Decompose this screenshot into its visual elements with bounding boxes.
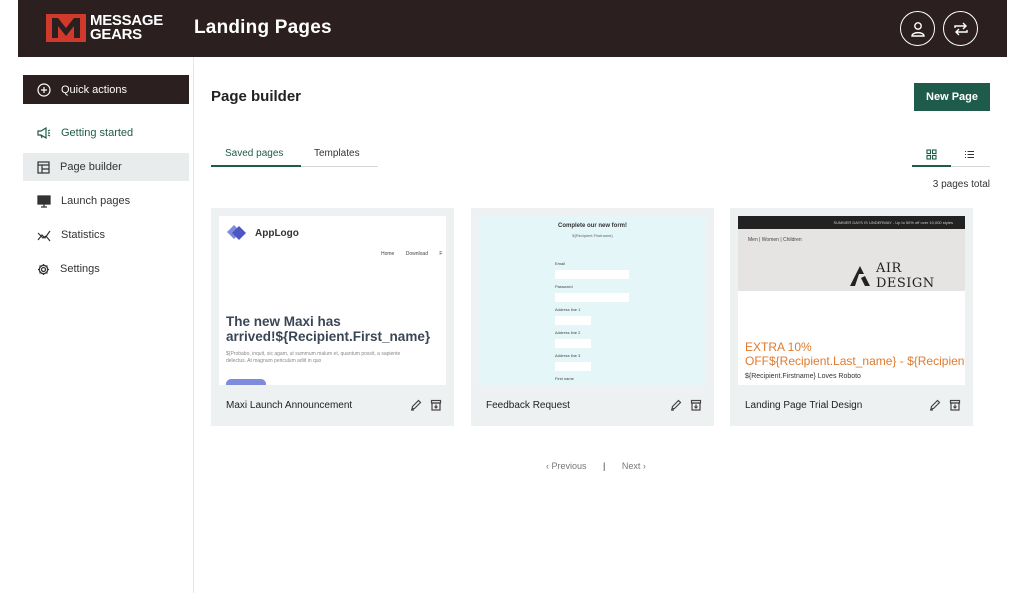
next-page-link[interactable]: Next › [622, 461, 646, 471]
quick-actions-label: Quick actions [61, 83, 128, 96]
thumb-form-field [555, 316, 591, 325]
user-profile-button[interactable] [900, 11, 935, 46]
pagination: ‹ Previous | Next › [546, 461, 646, 471]
tab-templates[interactable]: Templates [314, 148, 360, 159]
chart-icon [37, 230, 51, 241]
quick-actions-button[interactable]: Quick actions [23, 75, 189, 104]
thumb-nav-item: F [439, 251, 443, 257]
sidebar-item-statistics[interactable]: Statistics [23, 221, 189, 249]
monitor-icon [37, 194, 51, 208]
switch-app-button[interactable] [943, 11, 978, 46]
user-icon [910, 21, 925, 37]
thumb-form-label: Address line 1 [555, 307, 581, 312]
sidebar-item-label: Statistics [61, 229, 106, 241]
sidebar-item-label: Launch pages [61, 195, 131, 207]
thumb-form-label: Email [555, 261, 566, 266]
grid-view-icon[interactable] [926, 149, 937, 160]
thumb-form-label: Address line 2 [555, 330, 581, 335]
sidebar-item-label: Page builder [60, 161, 122, 173]
thumb-headline-line: The new Maxi has [226, 314, 341, 329]
page-card-name: Feedback Request [486, 400, 570, 411]
app-header: MESSAGE GEARS Landing Pages [18, 0, 1007, 57]
thumb-offer-line: EXTRA 10% [745, 340, 812, 354]
thumb-form-field [555, 362, 591, 371]
thumb-paragraph-line: delectus. At magnum periculum adiit in q… [226, 358, 322, 364]
layout-icon [37, 160, 50, 174]
page-card[interactable]: AppLogo Home Download F The new Maxi has… [211, 208, 454, 426]
pages-total-count: 3 pages total [932, 179, 990, 190]
sidebar-item-settings[interactable]: Settings [23, 255, 189, 283]
thumb-form-label: Password [555, 284, 573, 289]
thumb-subtext: ${Recipient.Firstname} Loves Roboto [745, 373, 861, 380]
active-view-indicator [912, 165, 951, 167]
archive-icon[interactable] [430, 399, 442, 411]
thumb-brand-text: AIR DESIGN [875, 261, 935, 291]
thumb-offer: EXTRA 10% OFF${Recipient.Last_name} - ${… [745, 340, 965, 368]
thumb-form-field [555, 339, 591, 348]
new-page-button[interactable]: New Page [914, 83, 990, 111]
thumb-form-title: Complete our new form! [557, 223, 627, 229]
archive-icon[interactable] [949, 399, 961, 411]
page-tabs: Saved pages Templates [211, 146, 378, 167]
thumb-form-label: First name [555, 376, 574, 381]
air-design-logo-icon [850, 266, 870, 286]
messagegears-logo[interactable]: MESSAGE GEARS [46, 13, 163, 43]
previous-page-link[interactable]: ‹ Previous [546, 461, 587, 471]
thumb-headline-line: arrived!${Recipient.First_name} [226, 329, 431, 344]
page-thumbnail[interactable]: Complete our new form! ${Recipient.First… [479, 216, 706, 385]
sidebar-item-getting-started[interactable]: Getting started [23, 119, 189, 147]
thumb-form-subtitle: ${Recipient.Firstname} [572, 233, 613, 238]
logo-mark-icon [46, 14, 86, 42]
view-toggle [912, 146, 990, 167]
sidebar-item-page-builder[interactable]: Page builder [23, 153, 189, 181]
plus-circle-icon [37, 82, 51, 97]
sidebar-item-launch-pages[interactable]: Launch pages [23, 187, 189, 215]
thumb-nav: Men | Women | Children [748, 237, 802, 243]
sidebar-item-label: Settings [60, 263, 100, 275]
page-card-name: Maxi Launch Announcement [226, 400, 353, 411]
thumb-nav: Home Download F [381, 251, 446, 257]
pencil-icon[interactable] [929, 399, 941, 411]
app-logo-icon [227, 225, 246, 240]
page-card-name: Landing Page Trial Design [745, 400, 863, 411]
thumb-paragraph: ${Probabo, inquit, sic agam, ut summum m… [226, 351, 400, 365]
thumb-headline: The new Maxi has arrived!${Recipient.Fir… [226, 314, 430, 344]
thumb-offer-line: OFF${Recipient.Last_name} - ${Recipient.… [745, 354, 965, 368]
active-tab-indicator [211, 165, 301, 167]
logo-line-2: GEARS [90, 26, 142, 43]
pencil-icon[interactable] [670, 399, 682, 411]
sidebar: Quick actions Getting started Page build… [18, 57, 194, 593]
pagination-separator: | [603, 461, 606, 471]
pencil-icon[interactable] [410, 399, 422, 411]
archive-icon[interactable] [690, 399, 702, 411]
sidebar-item-label: Getting started [61, 127, 134, 139]
tab-saved-pages[interactable]: Saved pages [225, 148, 283, 159]
thumb-nav-item: Download [405, 251, 428, 257]
switch-icon [953, 22, 968, 35]
thumb-app-logo-text: AppLogo [255, 227, 299, 239]
thumb-form-field [555, 293, 629, 302]
page-title: Page builder [211, 88, 302, 105]
page-card[interactable]: Complete our new form! ${Recipient.First… [471, 208, 714, 426]
thumb-nav-item: Home [381, 251, 395, 257]
megaphone-icon [37, 127, 51, 139]
thumb-form-label: Address line 3 [555, 353, 581, 358]
list-view-icon[interactable] [964, 149, 975, 160]
thumb-hero: Men | Women | Children AIR DESIGN [738, 229, 965, 291]
thumb-cta-button [226, 379, 266, 385]
thumb-form-field [555, 270, 629, 279]
thumb-promo-bar: SUMMER DAYS IS UNDERWAY - Up to 50% off … [738, 216, 965, 229]
page-card[interactable]: SUMMER DAYS IS UNDERWAY - Up to 50% off … [730, 208, 973, 426]
app-title: Landing Pages [194, 17, 332, 38]
gear-icon [38, 263, 49, 275]
page-thumbnail[interactable]: SUMMER DAYS IS UNDERWAY - Up to 50% off … [738, 216, 965, 385]
page-thumbnail[interactable]: AppLogo Home Download F The new Maxi has… [219, 216, 446, 385]
thumb-paragraph-line: ${Probabo, inquit, sic agam, ut summum m… [226, 351, 401, 357]
